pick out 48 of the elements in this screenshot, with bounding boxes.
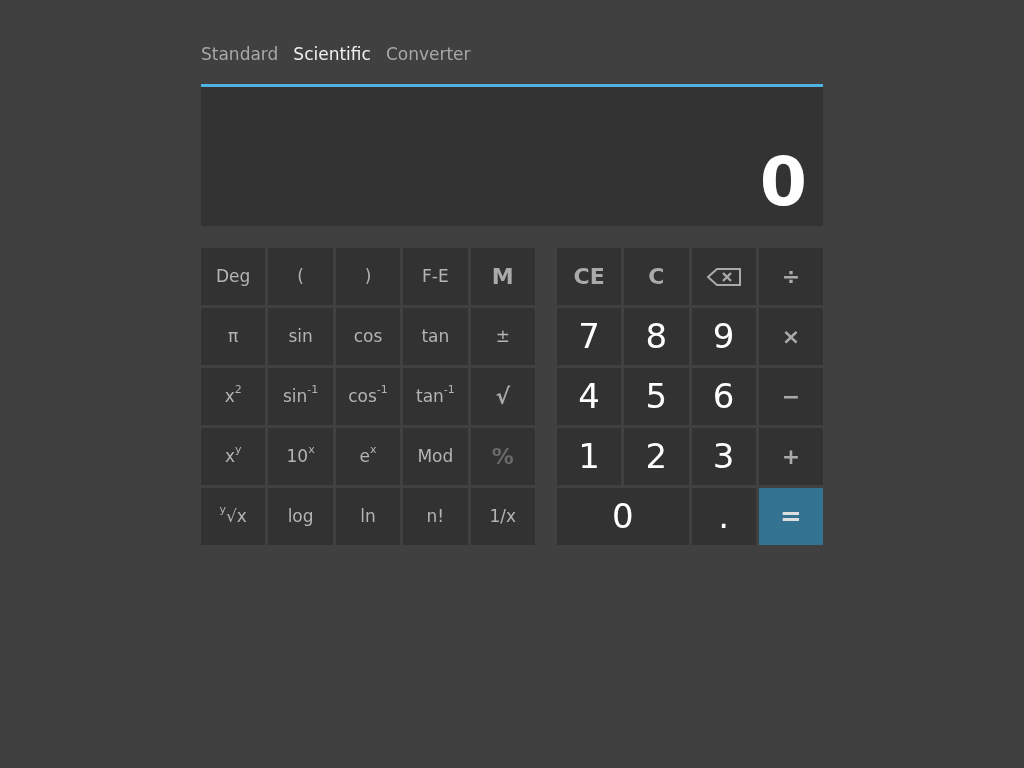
function-button[interactable]: log <box>268 488 333 545</box>
function-button[interactable]: cos <box>335 308 401 365</box>
function-button[interactable]: cos$^{-1}$ <box>335 368 401 425</box>
function-button[interactable]: C <box>624 248 689 305</box>
digit-button[interactable]: . <box>691 488 756 545</box>
function-button[interactable]: ± <box>470 308 535 365</box>
digit-button[interactable]: 8 <box>624 308 689 365</box>
digit-button[interactable]: 6 <box>691 368 756 425</box>
digit-button[interactable]: 3 <box>691 428 756 485</box>
function-button[interactable]: Mod <box>403 428 468 485</box>
function-button[interactable]: sin <box>268 308 333 365</box>
digit-button[interactable]: 7 <box>557 308 622 365</box>
function-button[interactable]: F-E <box>403 248 468 305</box>
function-button[interactable]: × <box>758 308 823 365</box>
digit-button[interactable]: 5 <box>624 368 689 425</box>
backspace-icon <box>706 267 741 286</box>
mode-tab[interactable]: Standard <box>201 40 279 68</box>
function-button[interactable]: ln <box>335 488 401 545</box>
function-button[interactable]: $^{y}$√x <box>201 488 266 545</box>
function-button[interactable]: Deg <box>201 248 266 305</box>
function-button[interactable]: x$^{y}$ <box>201 428 266 485</box>
function-button[interactable]: 10$^{x}$ <box>268 428 333 485</box>
function-button[interactable]: sin$^{-1}$ <box>268 368 333 425</box>
digit-button[interactable]: 4 <box>557 368 622 425</box>
function-button[interactable]: − <box>758 368 823 425</box>
function-button[interactable]: π <box>201 308 266 365</box>
function-button[interactable]: + <box>758 428 823 485</box>
mode-tab[interactable]: Converter <box>385 40 471 68</box>
function-button[interactable]: ( <box>268 248 333 305</box>
function-button[interactable]: CE <box>557 248 622 305</box>
equals-button[interactable]: = <box>758 488 823 545</box>
function-button[interactable]: 1/x <box>470 488 535 545</box>
digit-button[interactable]: 0 <box>557 488 689 545</box>
digit-button[interactable]: 1 <box>557 428 622 485</box>
function-button[interactable]: ) <box>335 248 401 305</box>
backspace-button[interactable] <box>691 248 756 305</box>
function-button[interactable]: √ <box>470 368 535 425</box>
function-button[interactable]: e$^{x}$ <box>335 428 401 485</box>
function-button[interactable]: x$^{2}$ <box>201 368 266 425</box>
function-button[interactable]: n! <box>403 488 468 545</box>
digit-button[interactable]: 9 <box>691 308 756 365</box>
function-button[interactable]: ÷ <box>758 248 823 305</box>
mode-tab[interactable]: Scientific <box>293 40 371 68</box>
display-value: 0 <box>759 148 807 216</box>
digit-button[interactable]: 2 <box>624 428 689 485</box>
function-button[interactable]: M <box>470 248 535 305</box>
function-button[interactable]: tan <box>403 308 468 365</box>
function-button[interactable]: tan$^{-1}$ <box>403 368 468 425</box>
